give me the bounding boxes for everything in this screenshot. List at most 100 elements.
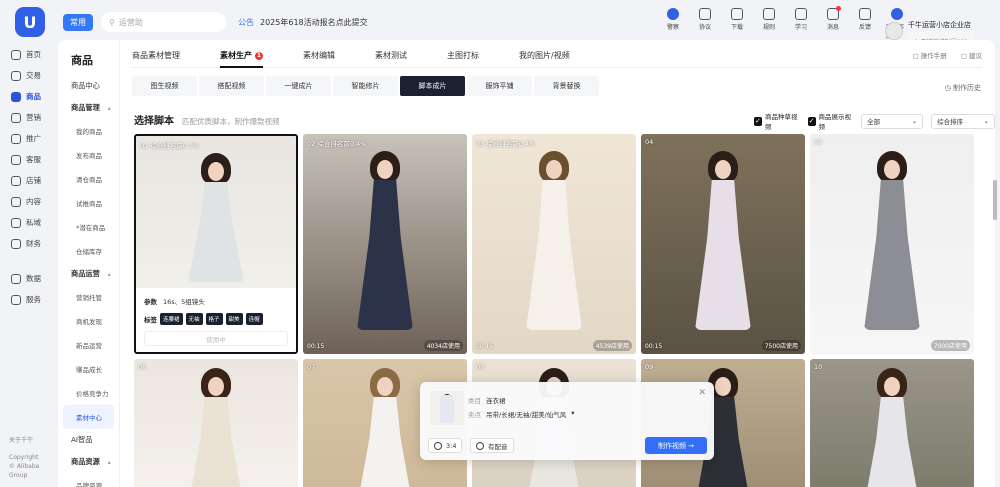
card-usage: 7000店使用 (930, 340, 970, 351)
tab-secondary-4[interactable]: 脚本成片 (400, 76, 465, 96)
tool-label: 反馈 (858, 24, 871, 31)
nav-item-label: 营销 (26, 113, 41, 122)
script-card[interactable]: 10 (810, 359, 974, 487)
nav-item-label: 财务 (26, 239, 41, 248)
nav-item-promote[interactable]: 推广 (0, 128, 58, 149)
tab-primary-1[interactable]: 素材生产 1 (220, 40, 263, 68)
search-input[interactable]: ⚲ 运营助 (101, 12, 226, 32)
script-card[interactable]: 04 00:15 7500店使用 (641, 134, 805, 354)
nav-item-label: 内容 (26, 197, 41, 206)
tab-primary-5[interactable]: 我的图片/视频 (519, 40, 570, 67)
notice-text: 2025年618活动报名点此提交 (260, 17, 368, 27)
make-video-button[interactable]: 制作视频 → (645, 437, 707, 454)
tool-bell[interactable]: 消息 (822, 6, 844, 40)
store-icon (11, 175, 21, 186)
favorites-tag[interactable]: 常用 (63, 13, 93, 31)
ratio-select[interactable]: 3:4 (428, 438, 463, 453)
card-image (641, 134, 805, 354)
check-icon: ✓ (754, 116, 762, 126)
sub-nav-item[interactable]: 价格竞争力 (58, 381, 119, 405)
card-usage: 4539店使用 (592, 340, 632, 351)
sub-nav-item[interactable]: 赚品成长 (58, 357, 119, 381)
sub-nav-item[interactable]: 新品运营 (58, 333, 119, 357)
nav-item-marketing[interactable]: 营销 (0, 107, 58, 128)
checkbox-seeding-video[interactable]: ✓ 商品种草视频 (754, 111, 800, 131)
history-link[interactable]: ◷ 制作历史 (945, 83, 981, 93)
checkbox-display-video[interactable]: ✓ 商品展示视频 (807, 111, 854, 131)
tab-primary-2[interactable]: 素材编辑 (303, 40, 335, 67)
script-card[interactable]: 01 综合排名前0.3% 参数 16s、5组镜头 标签 连腰裙 无袖 格子 甜美 连帽 使用中 (134, 134, 298, 354)
tool-document[interactable]: 协议 (694, 8, 716, 40)
tab-secondary-0[interactable]: 图生视频 (132, 76, 197, 96)
sub-nav-item[interactable]: 商品中心 (58, 75, 119, 97)
tool-badge[interactable]: 警察 (662, 8, 684, 40)
nav-item-support[interactable]: 客服 (0, 149, 58, 170)
product-category: 类目 连衣裙 (468, 397, 506, 405)
use-button[interactable]: 使用中 (144, 331, 288, 346)
close-icon[interactable]: ✕ (698, 388, 706, 398)
card-rank: 10 (814, 363, 823, 371)
nav-item-finance[interactable]: 财务 (0, 233, 58, 254)
script-card[interactable]: 05 7000店使用 (810, 134, 974, 354)
nav-item-store[interactable]: 店铺 (0, 170, 58, 191)
tab-secondary-1[interactable]: 搭配视频 (199, 76, 264, 96)
sub-nav-item[interactable]: AI智品 (58, 429, 119, 451)
tab-primary-4[interactable]: 主图打标 (447, 40, 479, 67)
sort-select[interactable]: 综合排序 ⌄ (931, 113, 995, 129)
category-select[interactable]: 全部 ⌄ (861, 113, 924, 129)
nav-item-label: 客服 (26, 155, 41, 164)
sub-nav-item[interactable]: 发布商品 (58, 143, 119, 167)
tab-secondary-3[interactable]: 智能修片 (333, 76, 398, 96)
sub-nav-item[interactable]: 商品资源 (58, 451, 119, 473)
nav-item-goods[interactable]: 商品 (0, 86, 58, 107)
script-card[interactable]: 03 综合排名前0.4% 00:15 4539店使用 (472, 134, 636, 354)
sub-nav-item[interactable]: 营销托管 (58, 285, 119, 309)
nav-item-content[interactable]: 内容 (0, 191, 58, 212)
card-info: 参数 16s、5组镜头 标签 连腰裙 无袖 格子 甜美 连帽 使用中 (136, 288, 296, 352)
tag-chip: 格子 (205, 313, 223, 325)
sub-nav-item[interactable]: 试推商品 (58, 191, 119, 215)
tool-learn[interactable]: 学习 (790, 8, 812, 40)
tool-feedback[interactable]: 反馈 (854, 8, 876, 40)
feedback-link[interactable]: ▢ 建议 (961, 50, 982, 60)
script-card[interactable]: 06 (134, 359, 298, 487)
content-icon (11, 196, 21, 207)
nav-item-trade[interactable]: 交易 (0, 65, 58, 86)
sub-nav-item[interactable]: 我的商品 (58, 119, 119, 143)
tab-secondary-2[interactable]: 一键成片 (266, 76, 331, 96)
model-figure (357, 151, 413, 330)
tab-primary-0[interactable]: 商品素材管理 (132, 40, 180, 67)
finance-icon (11, 238, 21, 249)
voiceover-toggle[interactable]: 有配音 (470, 438, 514, 453)
tool-label: 消息 (826, 24, 839, 31)
script-card[interactable]: 02 综合排名前0.4% 00:15 4034店使用 (303, 134, 467, 354)
qianniu-logo[interactable]: U (15, 7, 45, 37)
tab-primary-3[interactable]: 素材测试 (375, 40, 407, 67)
tab-secondary-5[interactable]: 服饰平铺 (467, 76, 532, 96)
about-link[interactable]: 关于千牛 (9, 436, 58, 445)
sub-nav-item[interactable]: 素材中心 (63, 405, 114, 429)
page-scrollbar[interactable] (993, 180, 997, 220)
nav-item-service[interactable]: 服务 (0, 289, 58, 310)
guide-link[interactable]: ▢ 操作手册 (913, 50, 947, 60)
tool-book[interactable]: 规则 (758, 8, 780, 40)
sub-nav-item[interactable]: *潜在商品 (58, 215, 119, 239)
sub-nav-item[interactable]: 商品管理 (58, 97, 119, 119)
tab-secondary-6[interactable]: 背景替换 (534, 76, 599, 96)
sub-nav-item[interactable]: 仓储库存 (58, 239, 119, 263)
sub-nav-item[interactable]: 清仓商品 (58, 167, 119, 191)
sub-nav-item[interactable]: 品牌资源 (58, 473, 119, 487)
nav-item-private[interactable]: 私域 (0, 212, 58, 233)
card-image (810, 134, 974, 354)
search-icon: ⚲ (109, 17, 115, 27)
product-popup: 类目 连衣裙 卖点 吊带/长裙/无袖/甜美/仙气风 ▾ ✕ 3:4 有配音 制作视频 … (420, 382, 714, 460)
card-rank: 01 综合排名前0.3% (140, 142, 200, 150)
nav-item-home[interactable]: 首页 (0, 44, 58, 65)
nav-item-data[interactable]: 数据 (0, 268, 58, 289)
tool-download[interactable]: 下载 (726, 8, 748, 40)
notice-bar[interactable]: 公告 2025年618活动报名点此提交 (238, 17, 368, 28)
product-thumbnail[interactable] (430, 391, 464, 425)
product-selling-points[interactable]: 卖点 吊带/长裙/无袖/甜美/仙气风 ▾ (468, 409, 575, 419)
sub-nav-item[interactable]: 商机发现 (58, 309, 119, 333)
sub-nav-item[interactable]: 商品运营 (58, 263, 119, 285)
